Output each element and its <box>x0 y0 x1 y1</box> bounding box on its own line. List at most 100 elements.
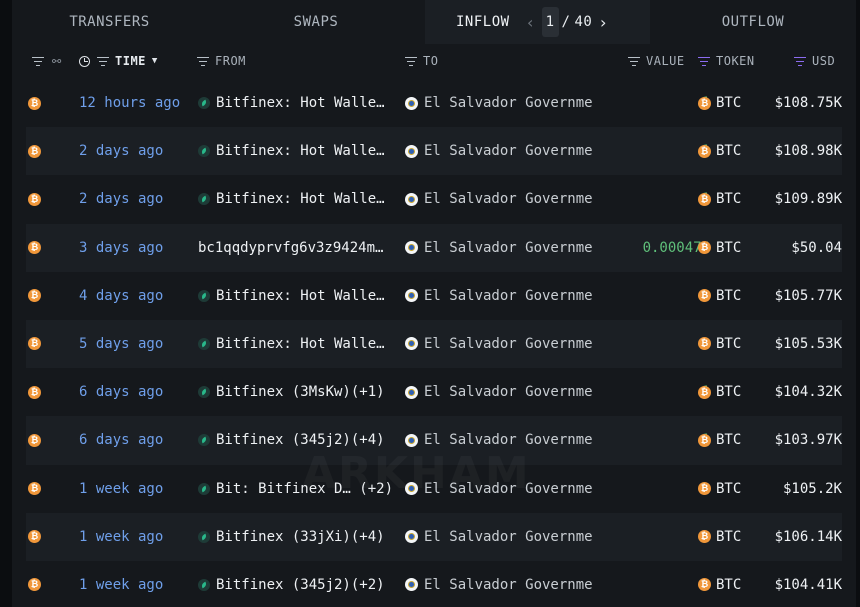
chain-btc-icon: ₿ <box>28 513 41 561</box>
token-label: BTC <box>716 335 742 352</box>
chevron-right-icon[interactable]: › <box>596 13 610 32</box>
table-row[interactable]: ₿ 1 week ago Bit: Bitfinex D… (+2) El Salva… <box>26 465 842 513</box>
time-link[interactable]: 1 week ago <box>79 465 163 513</box>
time-link[interactable]: 6 days ago <box>79 416 163 464</box>
tab-swaps[interactable]: SWAPS <box>207 0 425 44</box>
filter-icon[interactable] <box>698 56 710 67</box>
to-address[interactable]: El Salvador Governme <box>405 224 599 272</box>
tab-transfers[interactable]: TRANSFERS <box>12 0 207 44</box>
el-salvador-seal-icon <box>405 433 418 447</box>
table-row[interactable]: ₿ 6 days ago Bitfinex (345j2)(+4) El Salvad… <box>26 416 842 465</box>
token-label: BTC <box>716 480 742 497</box>
usd-amount: $105.53K <box>774 335 842 352</box>
column-token[interactable]: TOKEN <box>698 44 755 78</box>
time-link[interactable]: 1 week ago <box>79 513 163 561</box>
link-icon[interactable]: ⚯ <box>52 55 62 68</box>
time-link[interactable]: 2 days ago <box>79 175 163 223</box>
from-address[interactable]: Bitfinex: Hot Walle… <box>198 175 385 223</box>
filter-icon[interactable] <box>405 56 417 67</box>
table-row[interactable]: ₿ 2 days ago Bitfinex: Hot Walle… El Salvad… <box>26 175 842 223</box>
btc-icon: ₿ <box>698 192 711 206</box>
usd-amount: $108.75K <box>774 95 842 111</box>
token[interactable]: ₿ BTC <box>698 513 741 561</box>
chain-btc-icon: ₿ <box>28 465 41 513</box>
token[interactable]: ₿ BTC <box>698 127 741 175</box>
to-address[interactable]: El Salvador Governme <box>405 561 599 607</box>
column-time[interactable]: TIME ▼ <box>79 44 158 78</box>
time-link[interactable]: 2 days ago <box>79 127 163 175</box>
to-label: El Salvador Governme <box>424 287 593 304</box>
column-usd[interactable]: USD <box>794 44 835 78</box>
pagination: ‹ 1 / 40 › <box>524 7 611 37</box>
btc-icon: ₿ <box>698 530 711 544</box>
page-current[interactable]: 1 <box>541 7 559 37</box>
tab-inflow[interactable]: INFLOW ‹ 1 / 40 › <box>425 0 650 44</box>
usd-amount: $109.89K <box>774 191 842 208</box>
time-link[interactable]: 3 days ago <box>79 224 163 272</box>
token[interactable]: ₿ BTC <box>698 272 741 320</box>
filter-icon[interactable] <box>628 56 640 67</box>
from-address[interactable]: Bitfinex: Hot Walle… <box>198 272 385 320</box>
from-address[interactable]: Bitfinex: Hot Walle… <box>198 320 385 368</box>
time-link[interactable]: 4 days ago <box>79 272 163 320</box>
to-address[interactable]: El Salvador Governme <box>405 320 599 368</box>
token-label: BTC <box>716 191 742 208</box>
table-row[interactable]: ₿ 2 days ago Bitfinex: Hot Walle… El Salvad… <box>26 127 842 176</box>
column-filter[interactable]: ⚯ <box>32 44 62 78</box>
time-link[interactable]: 1 week ago <box>79 561 163 607</box>
table-row[interactable]: ₿ 1 week ago Bitfinex (345j2)(+2) El Salvad… <box>26 561 842 607</box>
token[interactable]: ₿ BTC <box>698 465 741 513</box>
chain-btc-icon: ₿ <box>28 320 41 368</box>
table-row[interactable]: ₿ 6 days ago Bitfinex (3MsKw)(+1) El Salvad… <box>26 368 842 416</box>
token[interactable]: ₿ BTC <box>698 368 741 416</box>
to-address[interactable]: El Salvador Governme <box>405 175 599 223</box>
to-address[interactable]: El Salvador Governme <box>405 272 599 320</box>
from-address[interactable]: Bit: Bitfinex D… (+2) <box>198 465 393 513</box>
token-label: BTC <box>716 432 742 449</box>
to-address[interactable]: El Salvador Governme <box>405 79 599 127</box>
to-label: El Salvador Governme <box>424 239 593 256</box>
table-row[interactable]: ₿ 3 days ago bc1qqdyprvfg6v3z9424m… El Salv… <box>26 223 842 272</box>
sort-caret-icon[interactable]: ▼ <box>152 56 158 66</box>
token[interactable]: ₿ BTC <box>698 416 741 464</box>
token[interactable]: ₿ BTC <box>698 224 741 272</box>
filter-icon[interactable] <box>97 56 109 67</box>
from-address[interactable]: Bitfinex: Hot Walle… <box>198 79 385 127</box>
time-link[interactable]: 12 hours ago <box>79 79 180 127</box>
token-label: BTC <box>716 143 742 160</box>
chevron-left-icon[interactable]: ‹ <box>524 13 538 32</box>
column-time-label: TIME <box>115 54 146 68</box>
to-address[interactable]: El Salvador Governme <box>405 127 599 175</box>
chain-btc-icon: ₿ <box>28 561 41 607</box>
filter-icon[interactable] <box>32 56 44 67</box>
to-address[interactable]: El Salvador Governme <box>405 465 599 513</box>
tab-outflow[interactable]: OUTFLOW <box>650 0 856 44</box>
from-address[interactable]: bc1qqdyprvfg6v3z9424m… <box>198 224 383 272</box>
table-row[interactable]: ₿ 4 days ago Bitfinex: Hot Walle… El Salvad… <box>26 272 842 320</box>
from-address[interactable]: Bitfinex (33jXi)(+4) <box>198 513 385 561</box>
from-address[interactable]: Bitfinex (3MsKw)(+1) <box>198 368 385 416</box>
tab-inflow-label: INFLOW <box>456 14 510 30</box>
from-address[interactable]: Bitfinex: Hot Walle… <box>198 127 385 175</box>
column-from[interactable]: FROM <box>197 44 246 78</box>
time-link[interactable]: 6 days ago <box>79 368 163 416</box>
column-to[interactable]: TO <box>405 44 438 78</box>
from-label: Bitfinex: Hot Walle… <box>216 95 385 111</box>
from-address[interactable]: Bitfinex (345j2)(+2) <box>198 561 385 607</box>
time-link[interactable]: 5 days ago <box>79 320 163 368</box>
table-row[interactable]: ₿ 12 hours ago Bitfinex: Hot Walle… El Salv… <box>26 79 842 127</box>
btc-icon: ₿ <box>698 144 711 158</box>
filter-icon[interactable] <box>794 56 806 67</box>
from-address[interactable]: Bitfinex (345j2)(+4) <box>198 416 385 464</box>
column-value[interactable]: VALUE <box>628 44 685 78</box>
filter-icon[interactable] <box>197 56 209 67</box>
token[interactable]: ₿ BTC <box>698 320 741 368</box>
to-address[interactable]: El Salvador Governme <box>405 416 599 464</box>
table-row[interactable]: ₿ 5 days ago Bitfinex: Hot Walle… El Salvad… <box>26 319 842 369</box>
token[interactable]: ₿ BTC <box>698 79 741 127</box>
to-address[interactable]: El Salvador Governme <box>405 513 599 561</box>
table-row[interactable]: ₿ 1 week ago Bitfinex (33jXi)(+4) El Salvad… <box>26 512 842 561</box>
to-address[interactable]: El Salvador Governme <box>405 368 599 416</box>
token[interactable]: ₿ BTC <box>698 561 741 607</box>
token[interactable]: ₿ BTC <box>698 175 741 223</box>
